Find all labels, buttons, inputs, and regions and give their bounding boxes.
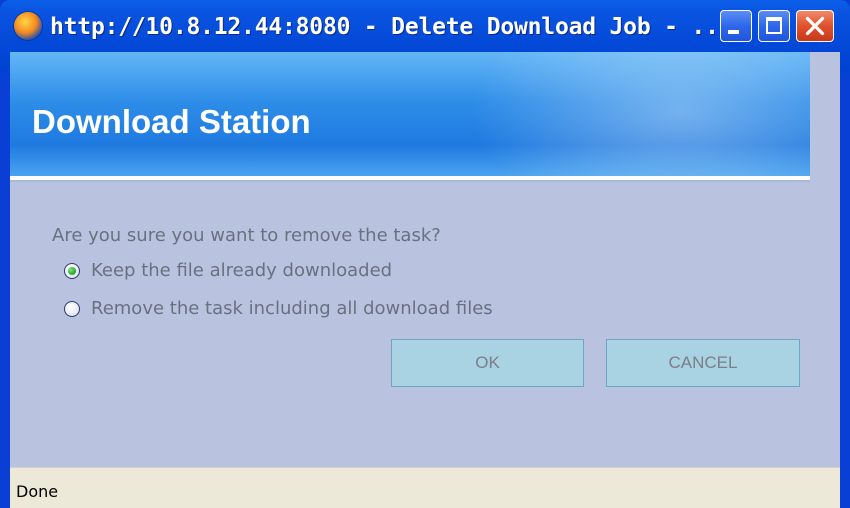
confirm-question: Are you sure you want to remove the task… bbox=[52, 225, 441, 246]
radio-remove-all[interactable] bbox=[64, 301, 80, 317]
app-banner: Download Station bbox=[10, 52, 810, 176]
minimize-button[interactable] bbox=[720, 10, 752, 42]
close-button[interactable] bbox=[796, 10, 834, 42]
cancel-button[interactable]: CANCEL bbox=[606, 339, 800, 387]
status-bar: Done bbox=[10, 467, 840, 508]
firefox-icon bbox=[14, 12, 42, 40]
right-margin bbox=[810, 52, 840, 467]
ok-button[interactable]: OK bbox=[391, 339, 584, 387]
status-text: Done bbox=[16, 482, 59, 501]
radio-keep-files[interactable] bbox=[64, 263, 80, 279]
dialog-content: Download Station Are you sure you want t… bbox=[10, 52, 840, 508]
option-keep-files[interactable]: Keep the file already downloaded bbox=[64, 258, 392, 284]
browser-popup-window: http://10.8.12.44:8080 - Delete Download… bbox=[0, 0, 850, 508]
maximize-button[interactable] bbox=[758, 10, 790, 42]
window-title: http://10.8.12.44:8080 - Delete Download… bbox=[50, 14, 733, 40]
banner-divider-shadow bbox=[10, 180, 810, 182]
option-keep-files-label: Keep the file already downloaded bbox=[91, 260, 393, 281]
option-remove-all[interactable]: Remove the task including all download f… bbox=[64, 296, 493, 322]
app-title: Download Station bbox=[32, 103, 311, 140]
option-remove-all-label: Remove the task including all download f… bbox=[91, 298, 493, 319]
close-icon bbox=[805, 16, 825, 36]
